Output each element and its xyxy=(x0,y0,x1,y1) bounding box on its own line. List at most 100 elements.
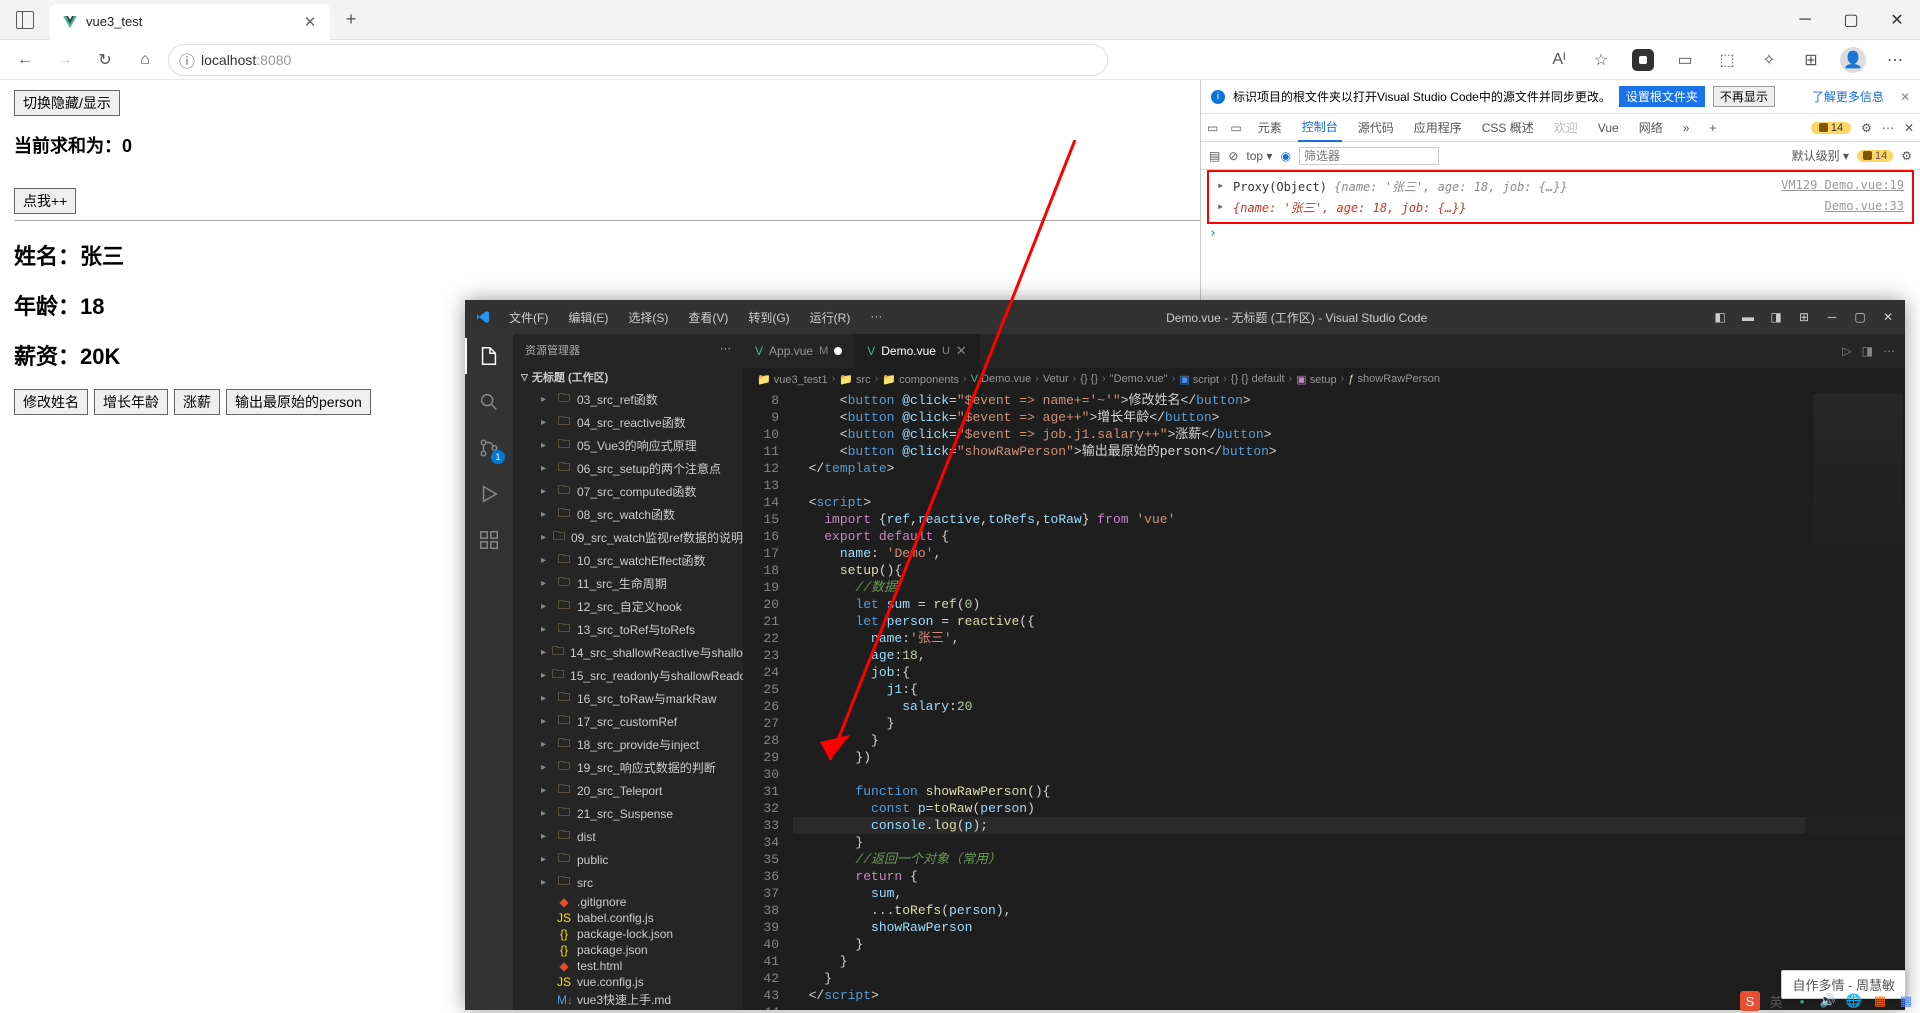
dont-show-button[interactable]: 不再显示 xyxy=(1713,86,1775,107)
speaker-icon[interactable]: 🔊 xyxy=(1818,991,1838,1011)
nav-home-icon[interactable]: ⌂ xyxy=(128,43,162,77)
favorite-icon[interactable]: ☆ xyxy=(1584,43,1618,77)
menu-item[interactable]: 选择(S) xyxy=(620,305,676,330)
file-item[interactable]: {}package-lock.json xyxy=(513,926,743,942)
menu-item[interactable]: 编辑(E) xyxy=(560,305,616,330)
extension-icon[interactable] xyxy=(1626,43,1660,77)
network-icon[interactable]: 🌐 xyxy=(1844,991,1864,1011)
tab-vue[interactable]: Vue xyxy=(1594,114,1623,142)
run-debug-icon[interactable] xyxy=(475,480,503,508)
log-level[interactable]: 默认级别 ▾ xyxy=(1792,147,1849,164)
extensions-menu-icon[interactable]: ⬚ xyxy=(1710,43,1744,77)
menu-item[interactable]: 查看(V) xyxy=(680,305,736,330)
file-item[interactable]: {}package.json xyxy=(513,942,743,958)
folder-item[interactable]: ▸🗀12_src_自定义hook xyxy=(513,595,743,618)
editor-more-icon[interactable]: ⋯ xyxy=(1883,344,1895,358)
folder-item[interactable]: ▸🗀14_src_shallowReactive与shallowRef xyxy=(513,641,743,664)
editor-tab[interactable]: VApp.vue M xyxy=(743,334,855,368)
explorer-icon[interactable] xyxy=(475,342,503,370)
raise-salary-button[interactable]: 涨薪 xyxy=(174,389,220,415)
sidebar-more-icon[interactable]: ⋯ xyxy=(720,342,731,358)
issues-chip[interactable]: 14 xyxy=(1857,150,1893,162)
window-maximize-icon[interactable]: ▢ xyxy=(1828,0,1874,40)
layout-bottom-icon[interactable]: ▬ xyxy=(1739,308,1757,326)
folder-item[interactable]: ▸🗀17_src_customRef xyxy=(513,710,743,733)
console-settings-icon[interactable]: ⚙ xyxy=(1901,149,1912,163)
folder-item[interactable]: ▸🗀03_src_ref函数 xyxy=(513,388,743,411)
tab-add-icon[interactable]: + xyxy=(1705,114,1720,142)
increment-button[interactable]: 点我++ xyxy=(14,188,76,214)
site-info-icon[interactable]: ⓘ xyxy=(179,48,195,72)
window-close-icon[interactable]: ✕ xyxy=(1874,0,1920,40)
layout-right-icon[interactable]: ◨ xyxy=(1767,308,1785,326)
increase-age-button[interactable]: 增长年龄 xyxy=(94,389,168,415)
tab-strip-icon[interactable] xyxy=(0,11,50,29)
read-aloud-icon[interactable]: Aᴵ xyxy=(1542,43,1576,77)
collections-icon[interactable]: ▭ xyxy=(1668,43,1702,77)
tab-close-icon[interactable]: ✕ xyxy=(302,14,318,30)
menu-item[interactable]: 文件(F) xyxy=(501,305,556,330)
profile-avatar[interactable]: 👤 xyxy=(1836,43,1870,77)
issues-badge[interactable]: 14 xyxy=(1811,122,1851,134)
tab-sources[interactable]: 源代码 xyxy=(1354,114,1398,142)
vscode-close-icon[interactable]: ✕ xyxy=(1879,308,1897,326)
tab-network[interactable]: 网络 xyxy=(1635,114,1667,142)
editor-tab[interactable]: VDemo.vue U✕ xyxy=(855,334,980,368)
notif-close-icon[interactable]: ✕ xyxy=(1900,90,1910,104)
search-icon[interactable] xyxy=(475,388,503,416)
menu-item[interactable]: 转到(G) xyxy=(740,305,797,330)
folder-item[interactable]: ▸🗀04_src_reactive函数 xyxy=(513,411,743,434)
console-context[interactable]: top ▾ xyxy=(1246,149,1272,163)
new-tab-button[interactable]: + xyxy=(336,9,366,30)
source-control-icon[interactable]: 1 xyxy=(475,434,503,462)
console-filter-input[interactable] xyxy=(1299,147,1439,165)
file-item[interactable]: ◆.gitignore xyxy=(513,894,743,910)
folder-item[interactable]: ▸🗀06_src_setup的两个注意点 xyxy=(513,457,743,480)
folder-item[interactable]: ▸🗀21_src_Suspense xyxy=(513,802,743,825)
minimap[interactable] xyxy=(1805,390,1905,1010)
folder-item[interactable]: ▸🗀13_src_toRef与toRefs xyxy=(513,618,743,641)
folder-item[interactable]: ▸🗀src xyxy=(513,871,743,894)
tab-elements[interactable]: 元素 xyxy=(1254,114,1286,142)
folder-item[interactable]: ▸🗀08_src_watch函数 xyxy=(513,503,743,526)
folder-item[interactable]: ▸🗀16_src_toRaw与markRaw xyxy=(513,687,743,710)
menu-item[interactable]: ··· xyxy=(862,305,890,330)
layout-customize-icon[interactable]: ⊞ xyxy=(1795,308,1813,326)
ime-mode-icon[interactable]: 英 xyxy=(1766,991,1786,1011)
tab-console[interactable]: 控制台 xyxy=(1298,114,1342,142)
menu-item[interactable]: 运行(R) xyxy=(802,305,859,330)
folder-item[interactable]: ▾🗀vue3_test1 xyxy=(513,1009,743,1010)
devtools-settings-icon[interactable]: ⚙ xyxy=(1861,121,1872,135)
tray-grid-icon[interactable]: ▦ xyxy=(1896,991,1916,1011)
modify-name-button[interactable]: 修改姓名 xyxy=(14,389,88,415)
file-item[interactable]: JSvue.config.js xyxy=(513,974,743,990)
folder-item[interactable]: ▸🗀05_Vue3的响应式原理 xyxy=(513,434,743,457)
sogou-ime-icon[interactable]: S xyxy=(1740,991,1760,1011)
nav-back-icon[interactable]: ← xyxy=(8,43,42,77)
device-icon[interactable]: ▭ xyxy=(1230,121,1241,135)
inspect-icon[interactable]: ▭ xyxy=(1207,121,1218,135)
folder-item[interactable]: ▸🗀20_src_Teleport xyxy=(513,779,743,802)
folder-item[interactable]: ▸🗀dist xyxy=(513,825,743,848)
vscode-maximize-icon[interactable]: ▢ xyxy=(1851,308,1869,326)
folder-item[interactable]: ▸🗀public xyxy=(513,848,743,871)
set-root-folder-button[interactable]: 设置根文件夹 xyxy=(1619,86,1705,107)
console-line[interactable]: ▸ Proxy(Object) {name: '张三', age: 18, jo… xyxy=(1209,176,1912,197)
reading-list-icon[interactable]: ⊞ xyxy=(1794,43,1828,77)
learn-more-link[interactable]: 了解更多信息 xyxy=(1812,88,1884,105)
split-editor-icon[interactable]: ◨ xyxy=(1862,344,1873,358)
source-link[interactable]: Demo.vue:33 xyxy=(1825,199,1904,216)
layout-left-icon[interactable]: ◧ xyxy=(1711,308,1729,326)
browser-tab[interactable]: vue3_test ✕ xyxy=(50,4,330,40)
file-item[interactable]: JSbabel.config.js xyxy=(513,910,743,926)
window-minimize-icon[interactable]: ─ xyxy=(1782,0,1828,40)
folder-item[interactable]: ▸🗀11_src_生命周期 xyxy=(513,572,743,595)
code-editor[interactable]: 8910111213141516171819202122232425262728… xyxy=(743,390,1905,1010)
console-sidebar-icon[interactable]: ▤ xyxy=(1209,149,1220,163)
extensions-icon[interactable] xyxy=(475,526,503,554)
favorites-bar-icon[interactable]: ✧ xyxy=(1752,43,1786,77)
console-line[interactable]: ▸ {name: '张三', age: 18, job: {…}} Demo.v… xyxy=(1209,197,1912,218)
file-item[interactable]: ◆test.html xyxy=(513,958,743,974)
eye-icon[interactable]: ◉ xyxy=(1280,149,1290,163)
folder-item[interactable]: ▸🗀10_src_watchEffect函数 xyxy=(513,549,743,572)
